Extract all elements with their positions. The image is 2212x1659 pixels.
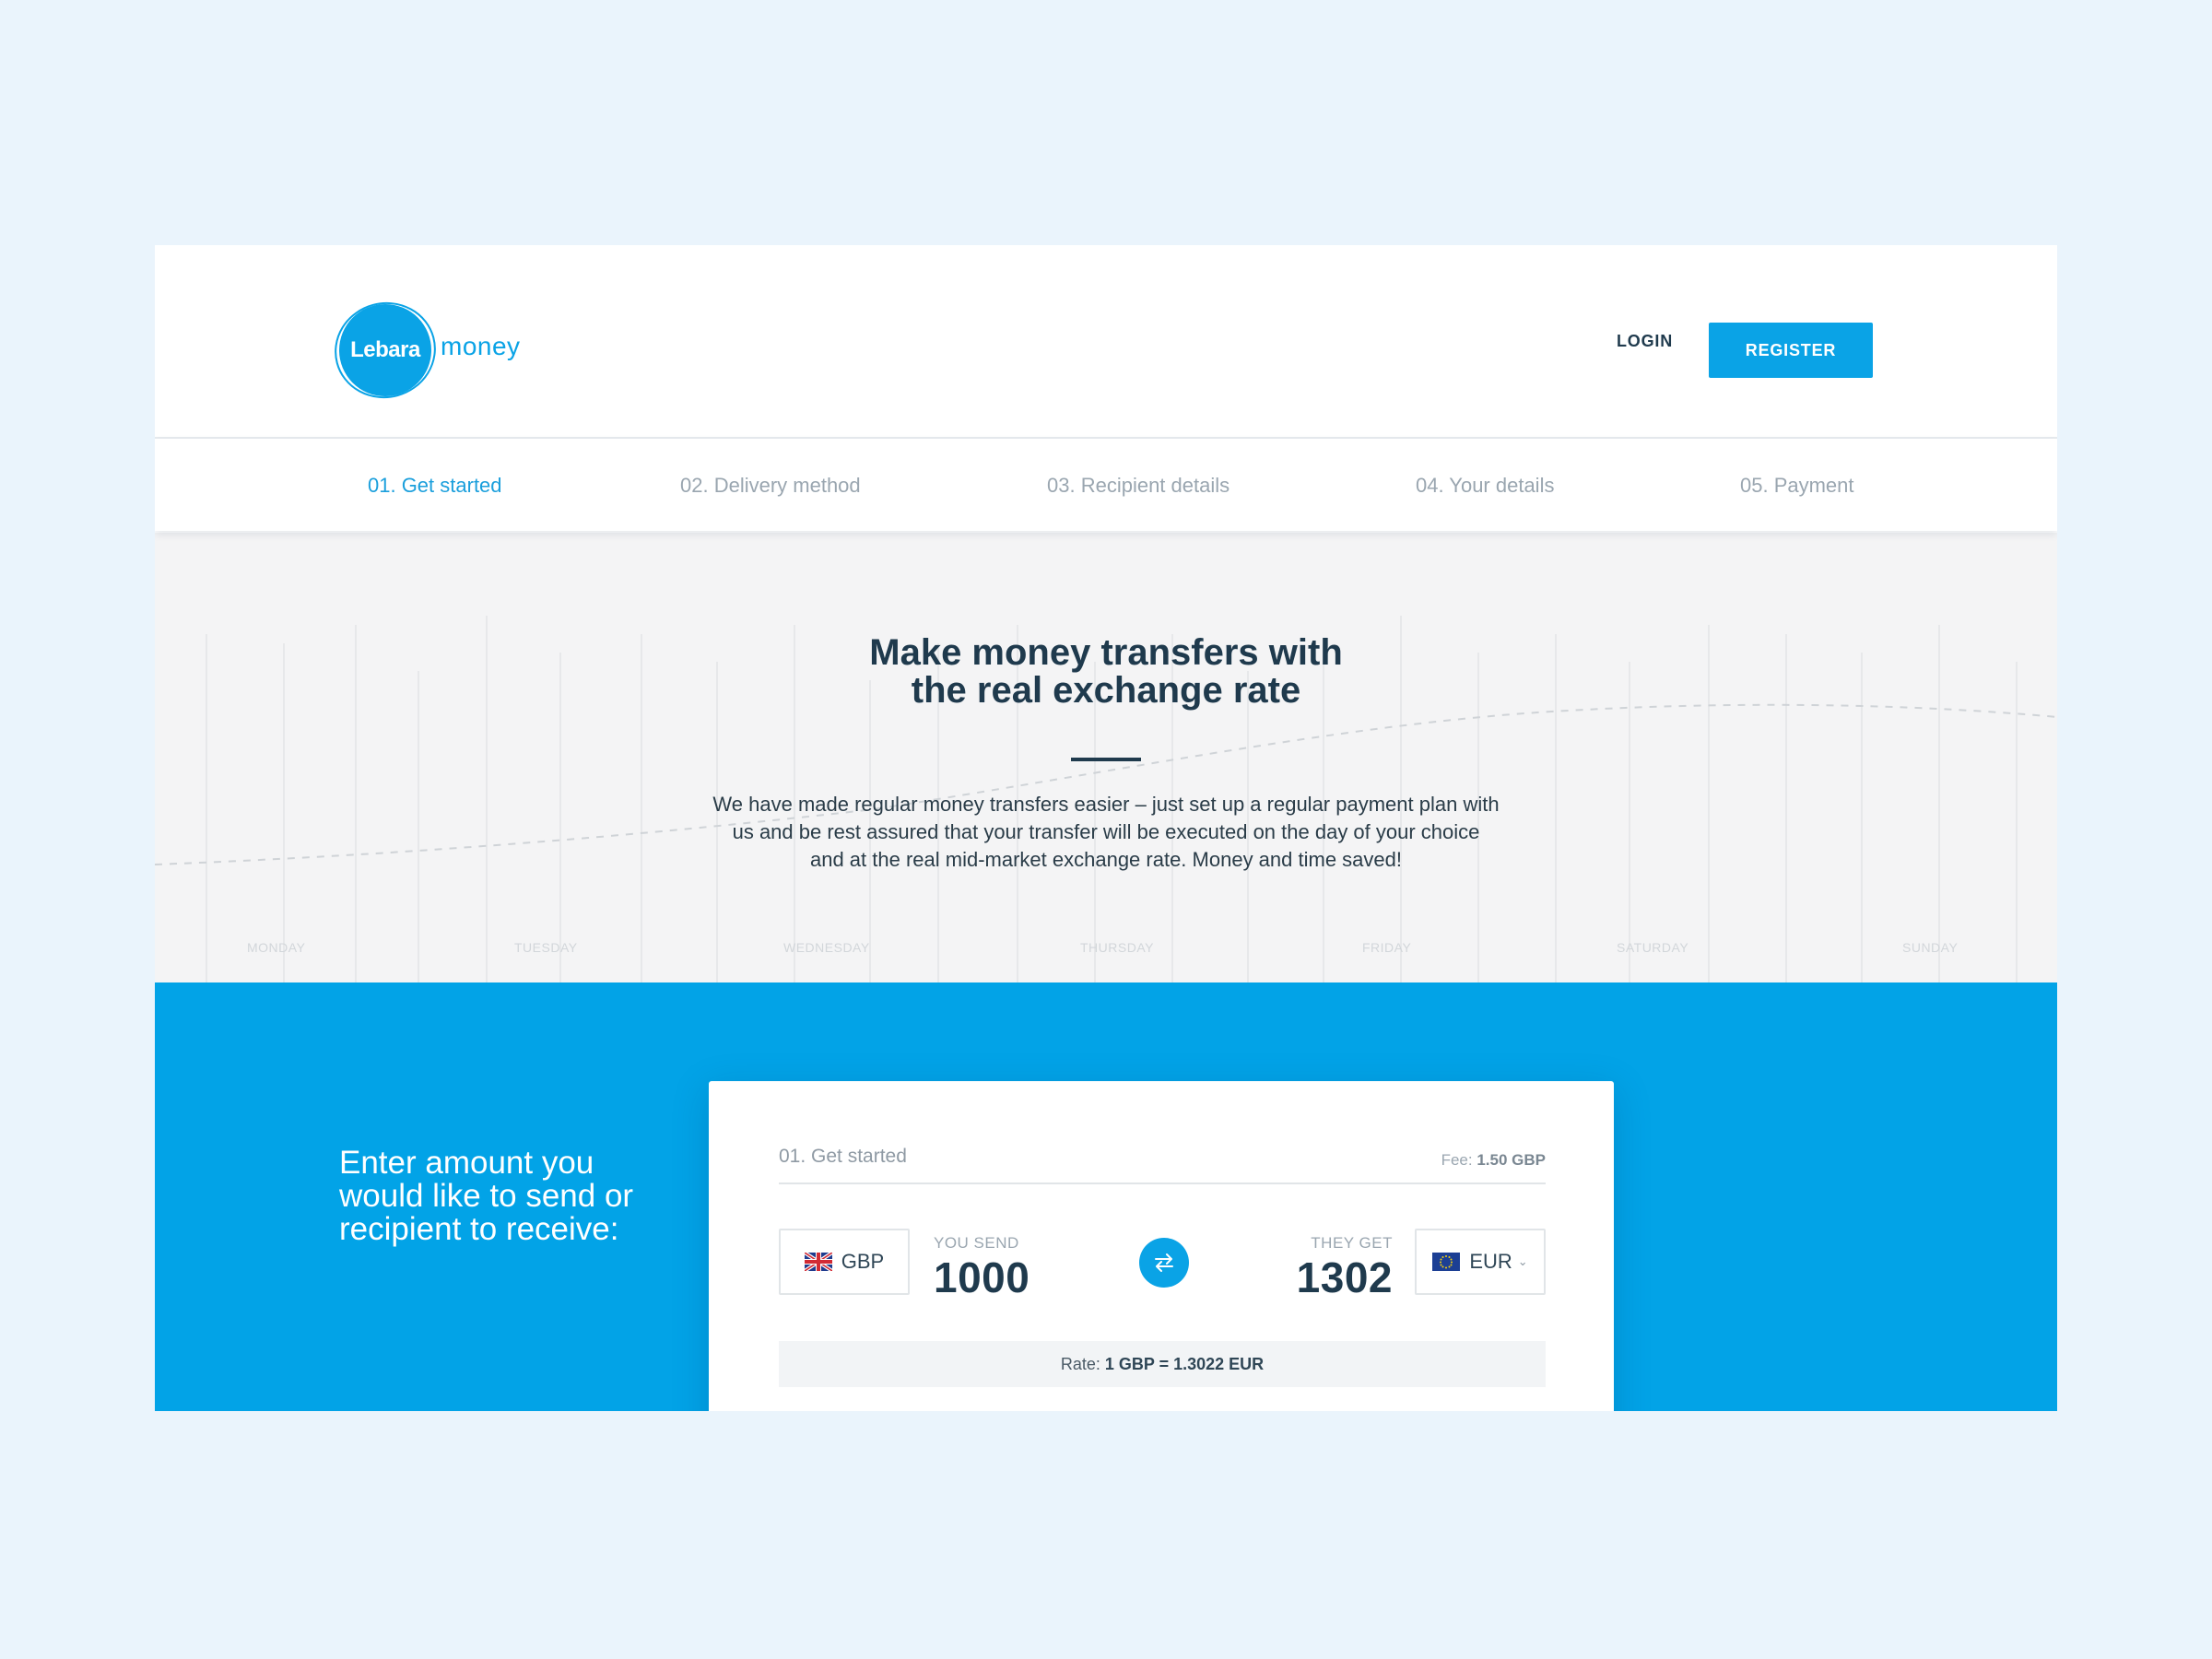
hero-description: We have made regular money transfers eas… bbox=[645, 791, 1567, 874]
receive-currency-select[interactable]: EUR ⌄ bbox=[1415, 1229, 1546, 1295]
receive-currency-code: EUR bbox=[1469, 1250, 1512, 1273]
step-get-started[interactable]: 01. Get started bbox=[368, 474, 502, 498]
send-currency-code: GBP bbox=[841, 1250, 885, 1273]
brand-primary: Lebara bbox=[350, 337, 420, 362]
day-label: SUNDAY bbox=[1902, 940, 1959, 955]
day-label: MONDAY bbox=[247, 940, 306, 955]
day-label: SATURDAY bbox=[1617, 940, 1689, 955]
step-your-details[interactable]: 04. Your details bbox=[1416, 474, 1554, 498]
hero-text-line-1: We have made regular money transfers eas… bbox=[712, 793, 1500, 816]
rate-label: Rate: bbox=[1060, 1355, 1100, 1373]
fee-info: Fee: 1.50 GBP bbox=[1441, 1151, 1546, 1170]
eu-flag-icon bbox=[1432, 1253, 1461, 1271]
converter-card: 01. Get started Fee: 1.50 GBP GBP YOU SE… bbox=[709, 1081, 1614, 1411]
day-label: FRIDAY bbox=[1362, 940, 1412, 955]
hero-title-line-1: Make money transfers with bbox=[869, 632, 1343, 673]
hero-text-line-2: us and be rest assured that your transfe… bbox=[732, 820, 1480, 843]
receive-amount-input[interactable]: 1302 bbox=[1297, 1253, 1393, 1302]
login-link[interactable]: LOGIN bbox=[1617, 324, 1673, 358]
register-button[interactable]: REGISTER bbox=[1709, 323, 1873, 378]
they-get-label: THEY GET bbox=[1311, 1234, 1393, 1252]
chevron-down-icon: ⌄ bbox=[1517, 1254, 1528, 1268]
logo-circle: Lebara bbox=[339, 304, 431, 396]
day-label: WEDNESDAY bbox=[783, 940, 870, 955]
send-amount-input[interactable]: 1000 bbox=[934, 1253, 1030, 1302]
hero-divider bbox=[1071, 758, 1141, 761]
site-header: Lebara money LOGIN REGISTER bbox=[155, 245, 2057, 439]
converter-section: Enter amount you would like to send or r… bbox=[155, 982, 2057, 1411]
step-recipient-details[interactable]: 03. Recipient details bbox=[1047, 474, 1230, 498]
send-currency-select[interactable]: GBP bbox=[779, 1229, 910, 1295]
uk-flag-icon bbox=[804, 1253, 832, 1271]
fee-value: 1.50 GBP bbox=[1477, 1151, 1546, 1169]
lebara-logo[interactable]: Lebara money bbox=[339, 300, 542, 404]
converter-intro: Enter amount you would like to send or r… bbox=[339, 1147, 689, 1246]
intro-line-3: recipient to receive: bbox=[339, 1211, 619, 1247]
day-label: THURSDAY bbox=[1080, 940, 1154, 955]
step-delivery-method[interactable]: 02. Delivery method bbox=[680, 474, 861, 498]
hero-title: Make money transfers with the real excha… bbox=[645, 634, 1567, 710]
progress-steps: 01. Get started 02. Delivery method 03. … bbox=[155, 439, 2057, 531]
brand-secondary: money bbox=[441, 332, 521, 360]
app-frame: Lebara money LOGIN REGISTER 01. Get star… bbox=[155, 245, 2057, 1411]
intro-line-1: Enter amount you bbox=[339, 1145, 594, 1181]
hero-title-line-2: the real exchange rate bbox=[911, 670, 1301, 711]
fee-label: Fee: bbox=[1441, 1151, 1473, 1169]
intro-line-2: would like to send or bbox=[339, 1178, 634, 1214]
rate-value: 1 GBP = 1.3022 EUR bbox=[1104, 1355, 1265, 1373]
step-payment[interactable]: 05. Payment bbox=[1740, 474, 1854, 498]
hero-text-line-3: and at the real mid-market exchange rate… bbox=[809, 848, 1402, 871]
card-divider bbox=[779, 1182, 1546, 1184]
day-label: TUESDAY bbox=[514, 940, 578, 955]
you-send-label: YOU SEND bbox=[934, 1234, 1019, 1252]
swap-arrows-icon bbox=[1155, 1253, 1173, 1272]
card-step-label: 01. Get started bbox=[779, 1146, 907, 1167]
swap-currencies-button[interactable] bbox=[1139, 1238, 1189, 1288]
hero-section: Make money transfers with the real excha… bbox=[155, 533, 2057, 982]
exchange-rate-bar: Rate: 1 GBP = 1.3022 EUR bbox=[779, 1341, 1546, 1387]
